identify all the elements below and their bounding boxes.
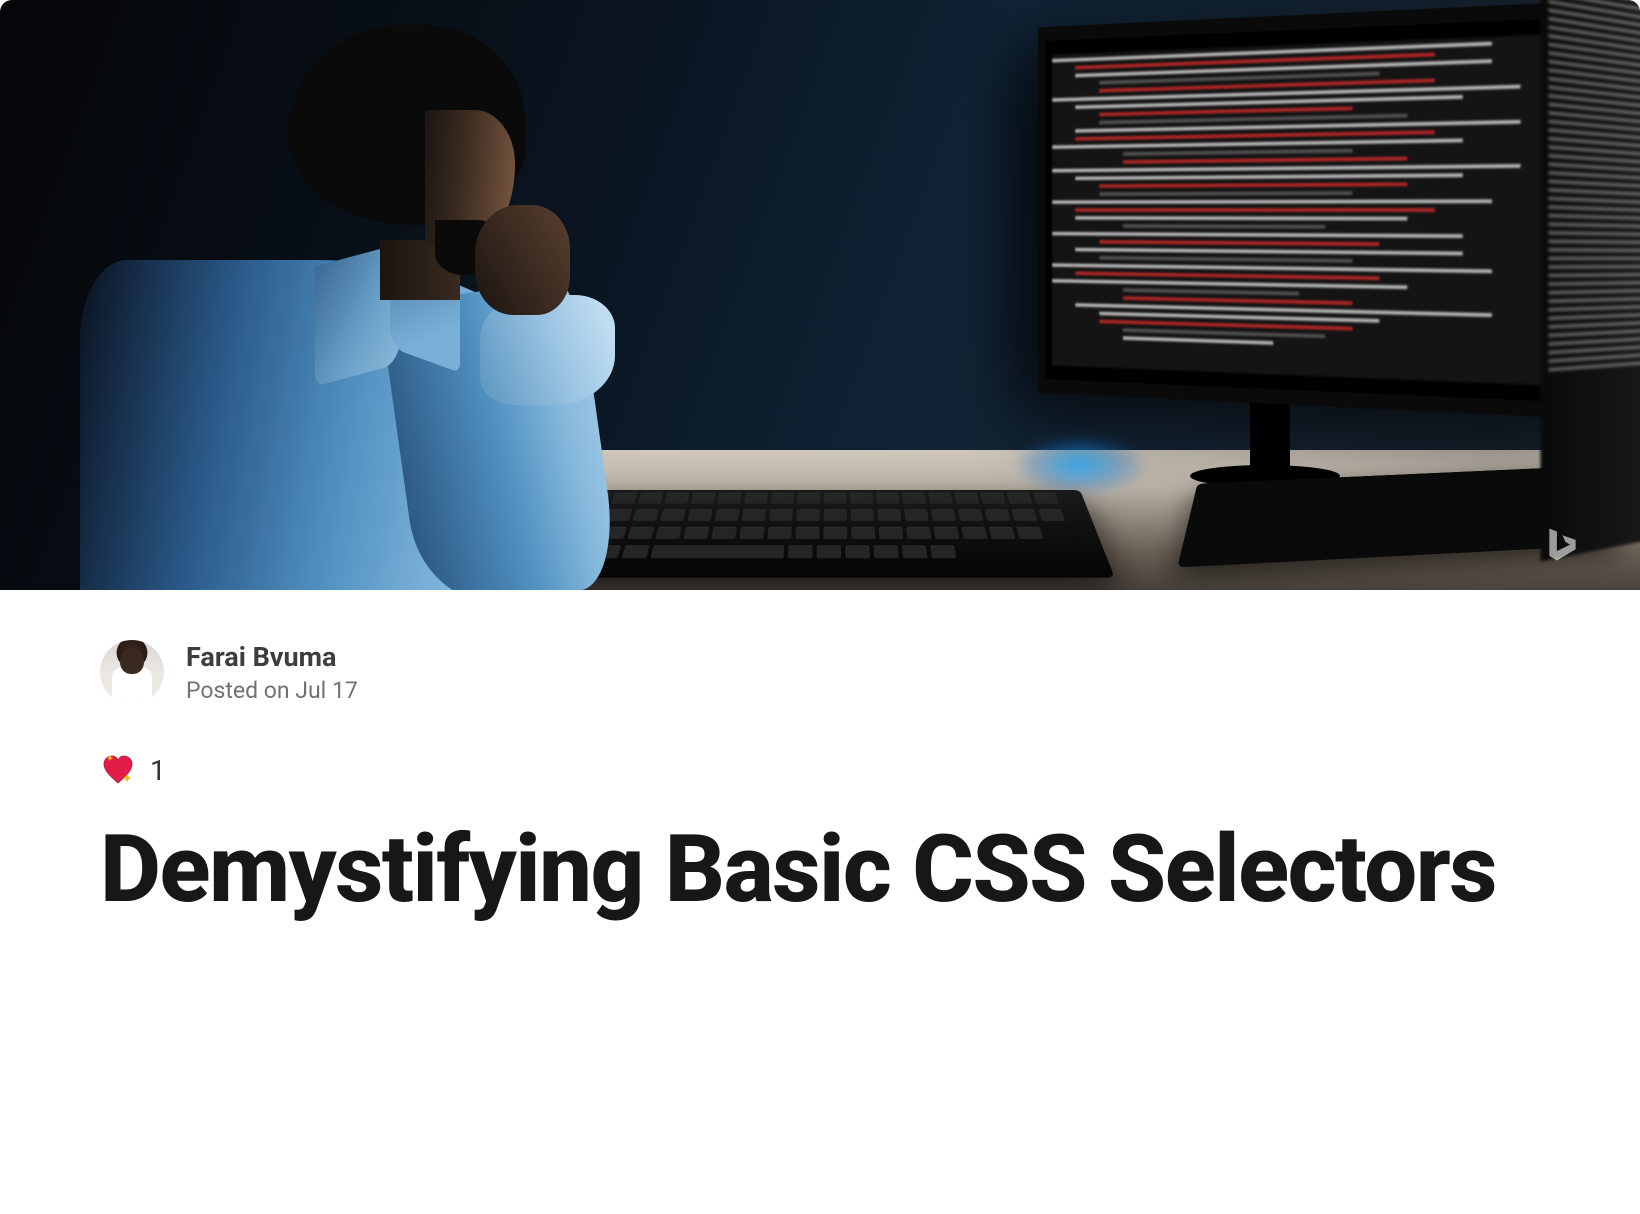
monitor [1038,0,1610,420]
hero-image [0,0,1640,590]
article-card: Farai Bvuma Posted on Jul 17 1 Dem [0,0,1640,965]
person [80,10,680,590]
bing-logo-icon [1540,523,1585,568]
reaction-row[interactable]: 1 [100,752,1540,788]
article-content: Farai Bvuma Posted on Jul 17 1 Dem [0,590,1640,965]
posted-date: Posted on Jul 17 [186,677,358,704]
side-monitor [1540,0,1640,561]
heart-sparkle-icon [100,752,136,788]
code-screen [1052,33,1580,387]
author-name-link[interactable]: Farai Bvuma [186,641,358,673]
article-title: Demystifying Basic CSS Selectors [100,814,1540,925]
avatar[interactable] [100,640,164,704]
mouse-glow [1015,435,1145,495]
author-info: Farai Bvuma Posted on Jul 17 [186,641,358,704]
reaction-count: 1 [150,754,166,787]
author-row: Farai Bvuma Posted on Jul 17 [100,640,1540,704]
